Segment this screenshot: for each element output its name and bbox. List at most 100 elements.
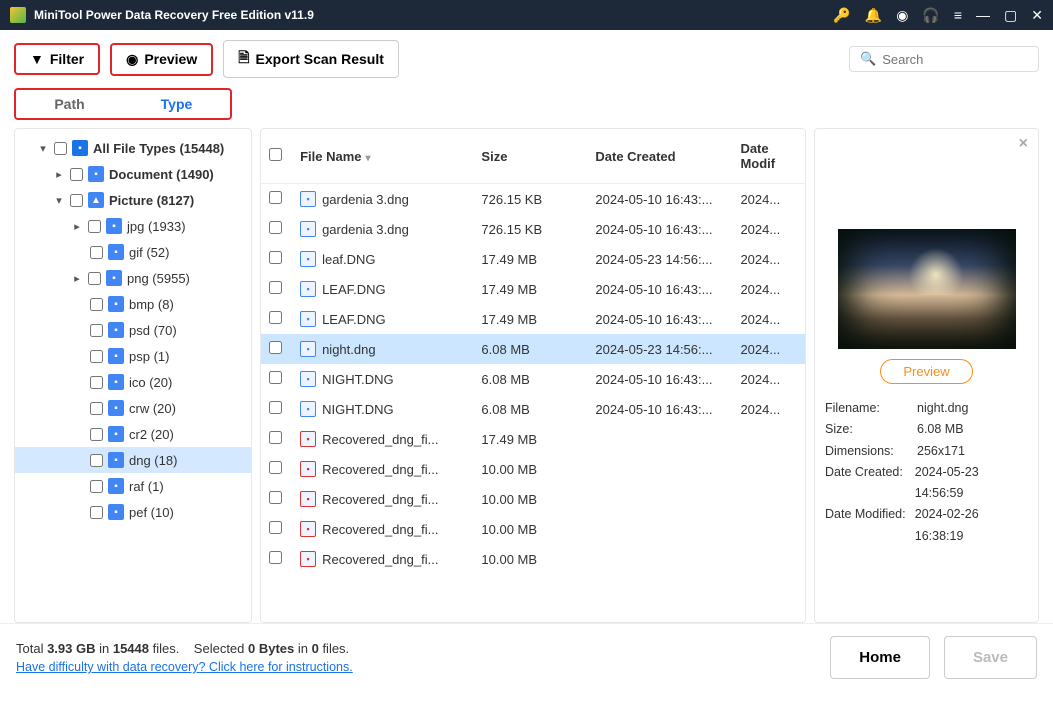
close-preview-icon[interactable]: ×	[1019, 135, 1028, 153]
file-list[interactable]: File Name▾ Size Date Created Date Modif …	[260, 128, 806, 623]
chevron-icon[interactable]: ▸	[53, 168, 65, 181]
file-row[interactable]: ▪LEAF.DNG17.49 MB2024-05-10 16:43:...202…	[261, 274, 805, 304]
chevron-icon[interactable]: ▸	[71, 220, 83, 233]
tree-item-psp[interactable]: ▪psp (1)	[15, 343, 251, 369]
preview-toggle-button[interactable]: ◉ Preview	[110, 43, 213, 76]
file-checkbox[interactable]	[269, 281, 282, 294]
file-checkbox[interactable]	[269, 431, 282, 444]
minimize-icon[interactable]: —	[976, 7, 990, 23]
close-icon[interactable]: ✕	[1031, 7, 1043, 24]
col-created[interactable]: Date Created	[587, 129, 732, 184]
tree-checkbox[interactable]	[90, 350, 103, 363]
col-name[interactable]: File Name	[300, 149, 361, 164]
file-row[interactable]: ▪Recovered_dng_fi...10.00 MB	[261, 454, 805, 484]
filetype-icon: ▪	[108, 504, 124, 520]
app-icon	[10, 7, 26, 23]
filetype-icon: ▪	[108, 426, 124, 442]
maximize-icon[interactable]: ▢	[1004, 7, 1017, 24]
tree-checkbox[interactable]	[90, 298, 103, 311]
help-link[interactable]: Have difficulty with data recovery? Clic…	[16, 660, 353, 674]
file-checkbox[interactable]	[269, 491, 282, 504]
search-box[interactable]: 🔍	[849, 46, 1039, 72]
tree-item-psd[interactable]: ▪psd (70)	[15, 317, 251, 343]
key-icon[interactable]: 🔑	[833, 7, 850, 24]
tab-type[interactable]: Type	[123, 90, 230, 118]
save-button[interactable]: Save	[944, 636, 1037, 679]
tree-checkbox[interactable]	[88, 272, 101, 285]
file-checkbox[interactable]	[269, 341, 282, 354]
file-created	[587, 484, 732, 514]
col-modified[interactable]: Date Modif	[732, 129, 805, 184]
disc-icon[interactable]: ◉	[896, 7, 908, 24]
file-row[interactable]: ▪Recovered_dng_fi...10.00 MB	[261, 514, 805, 544]
file-checkbox[interactable]	[269, 251, 282, 264]
file-checkbox[interactable]	[269, 191, 282, 204]
file-created: 2024-05-10 16:43:...	[587, 304, 732, 334]
tree-item-pef[interactable]: ▪pef (10)	[15, 499, 251, 525]
file-checkbox[interactable]	[269, 371, 282, 384]
tree-item-ico[interactable]: ▪ico (20)	[15, 369, 251, 395]
tab-path[interactable]: Path	[16, 90, 123, 118]
tree-item-png[interactable]: ▸▪png (5955)	[15, 265, 251, 291]
headphones-icon[interactable]: 🎧	[922, 7, 939, 24]
file-row[interactable]: ▪Recovered_dng_fi...17.49 MB	[261, 424, 805, 454]
search-input[interactable]	[882, 52, 1028, 67]
tree-checkbox[interactable]	[70, 194, 83, 207]
tree-item-gif[interactable]: ▪gif (52)	[15, 239, 251, 265]
file-row[interactable]: ▪gardenia 3.dng726.15 KB2024-05-10 16:43…	[261, 184, 805, 215]
col-size[interactable]: Size	[473, 129, 587, 184]
tree-item-dng[interactable]: ▪dng (18)	[15, 447, 251, 473]
file-row[interactable]: ▪Recovered_dng_fi...10.00 MB	[261, 484, 805, 514]
chevron-icon[interactable]: ▾	[53, 194, 65, 207]
file-type-tree[interactable]: ▾▪All File Types (15448)▸▪Document (1490…	[14, 128, 252, 623]
file-checkbox[interactable]	[269, 551, 282, 564]
file-checkbox[interactable]	[269, 221, 282, 234]
file-checkbox[interactable]	[269, 401, 282, 414]
menu-icon[interactable]: ≡	[954, 7, 962, 23]
file-checkbox[interactable]	[269, 311, 282, 324]
tree-checkbox[interactable]	[90, 480, 103, 493]
file-row[interactable]: ▪leaf.DNG17.49 MB2024-05-23 14:56:...202…	[261, 244, 805, 274]
select-all-checkbox[interactable]	[269, 148, 282, 161]
tree-item-jpg[interactable]: ▸▪jpg (1933)	[15, 213, 251, 239]
tree-checkbox[interactable]	[90, 324, 103, 337]
filetype-icon: ▪	[106, 270, 122, 286]
bell-icon[interactable]: 🔔	[865, 7, 882, 24]
filter-button[interactable]: ▼ Filter	[14, 43, 100, 75]
tree-checkbox[interactable]	[54, 142, 67, 155]
tree-item-cr2[interactable]: ▪cr2 (20)	[15, 421, 251, 447]
open-preview-button[interactable]: Preview	[880, 359, 972, 384]
tree-item-raf[interactable]: ▪raf (1)	[15, 473, 251, 499]
tree-item-pic[interactable]: ▾▲Picture (8127)	[15, 187, 251, 213]
file-row[interactable]: ▪gardenia 3.dng726.15 KB2024-05-10 16:43…	[261, 214, 805, 244]
tree-checkbox[interactable]	[90, 428, 103, 441]
export-button[interactable]: 🗎 Export Scan Result	[223, 40, 399, 78]
file-row[interactable]: ▪NIGHT.DNG6.08 MB2024-05-10 16:43:...202…	[261, 364, 805, 394]
tree-item-crw[interactable]: ▪crw (20)	[15, 395, 251, 421]
tree-checkbox[interactable]	[90, 402, 103, 415]
sort-arrow-icon[interactable]: ▾	[366, 153, 371, 164]
tree-item-bmp[interactable]: ▪bmp (8)	[15, 291, 251, 317]
chevron-icon[interactable]: ▸	[71, 272, 83, 285]
filetype-icon: ▪	[108, 374, 124, 390]
tree-checkbox[interactable]	[90, 506, 103, 519]
file-row[interactable]: ▪night.dng6.08 MB2024-05-23 14:56:...202…	[261, 334, 805, 364]
tree-checkbox[interactable]	[90, 246, 103, 259]
file-row[interactable]: ▪NIGHT.DNG6.08 MB2024-05-10 16:43:...202…	[261, 394, 805, 424]
file-name: Recovered_dng_fi...	[322, 492, 438, 507]
file-row[interactable]: ▪Recovered_dng_fi...10.00 MB	[261, 544, 805, 574]
file-checkbox[interactable]	[269, 521, 282, 534]
file-created: 2024-05-10 16:43:...	[587, 214, 732, 244]
file-created: 2024-05-23 14:56:...	[587, 334, 732, 364]
tree-checkbox[interactable]	[88, 220, 101, 233]
tree-checkbox[interactable]	[70, 168, 83, 181]
home-button[interactable]: Home	[830, 636, 930, 679]
tree-item-all[interactable]: ▾▪All File Types (15448)	[15, 135, 251, 161]
document-icon: ▪	[88, 166, 104, 182]
file-checkbox[interactable]	[269, 461, 282, 474]
chevron-icon[interactable]: ▾	[37, 142, 49, 155]
tree-item-doc[interactable]: ▸▪Document (1490)	[15, 161, 251, 187]
tree-checkbox[interactable]	[90, 376, 103, 389]
tree-checkbox[interactable]	[90, 454, 103, 467]
file-row[interactable]: ▪LEAF.DNG17.49 MB2024-05-10 16:43:...202…	[261, 304, 805, 334]
